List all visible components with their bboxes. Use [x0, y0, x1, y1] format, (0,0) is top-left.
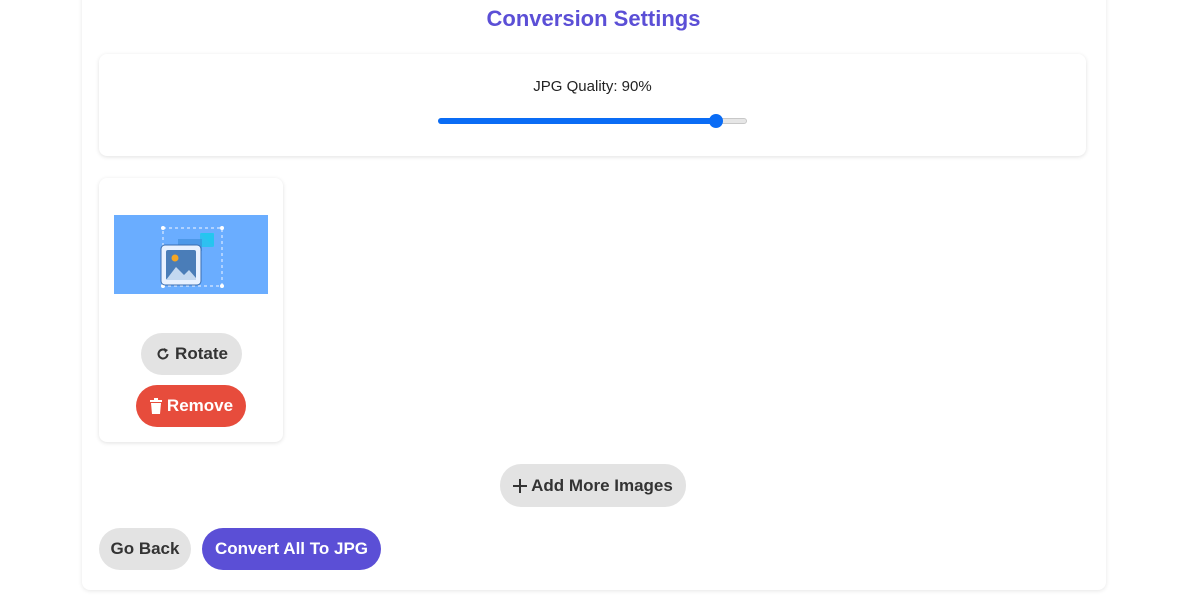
go-back-label: Go Back — [110, 539, 180, 558]
plus-icon — [513, 478, 528, 493]
quality-label: JPG Quality: 90% — [533, 78, 652, 95]
rotate-label: Rotate — [175, 344, 228, 363]
image-card: Rotate Remove — [99, 178, 283, 442]
remove-button[interactable]: Remove — [136, 385, 246, 427]
slider-fill — [438, 118, 717, 124]
section-title: Conversion Settings — [486, 6, 701, 31]
image-thumbnail — [114, 215, 268, 294]
rotate-button[interactable]: Rotate — [141, 333, 242, 375]
trash-icon — [149, 398, 163, 414]
add-more-images-button[interactable]: Add More Images — [500, 464, 686, 507]
slider-thumb[interactable] — [709, 114, 724, 128]
convert-button[interactable]: Convert All To JPG — [202, 528, 381, 570]
add-more-images-label: Add More Images — [531, 475, 673, 495]
convert-label: Convert All To JPG — [214, 539, 369, 558]
remove-label: Remove — [166, 396, 234, 415]
rotate-icon — [155, 346, 171, 362]
image-placeholder-icon — [160, 226, 224, 288]
quality-slider[interactable] — [438, 114, 747, 128]
go-back-button[interactable]: Go Back — [99, 528, 191, 570]
quality-settings-card: JPG Quality: 90% — [99, 54, 1086, 156]
